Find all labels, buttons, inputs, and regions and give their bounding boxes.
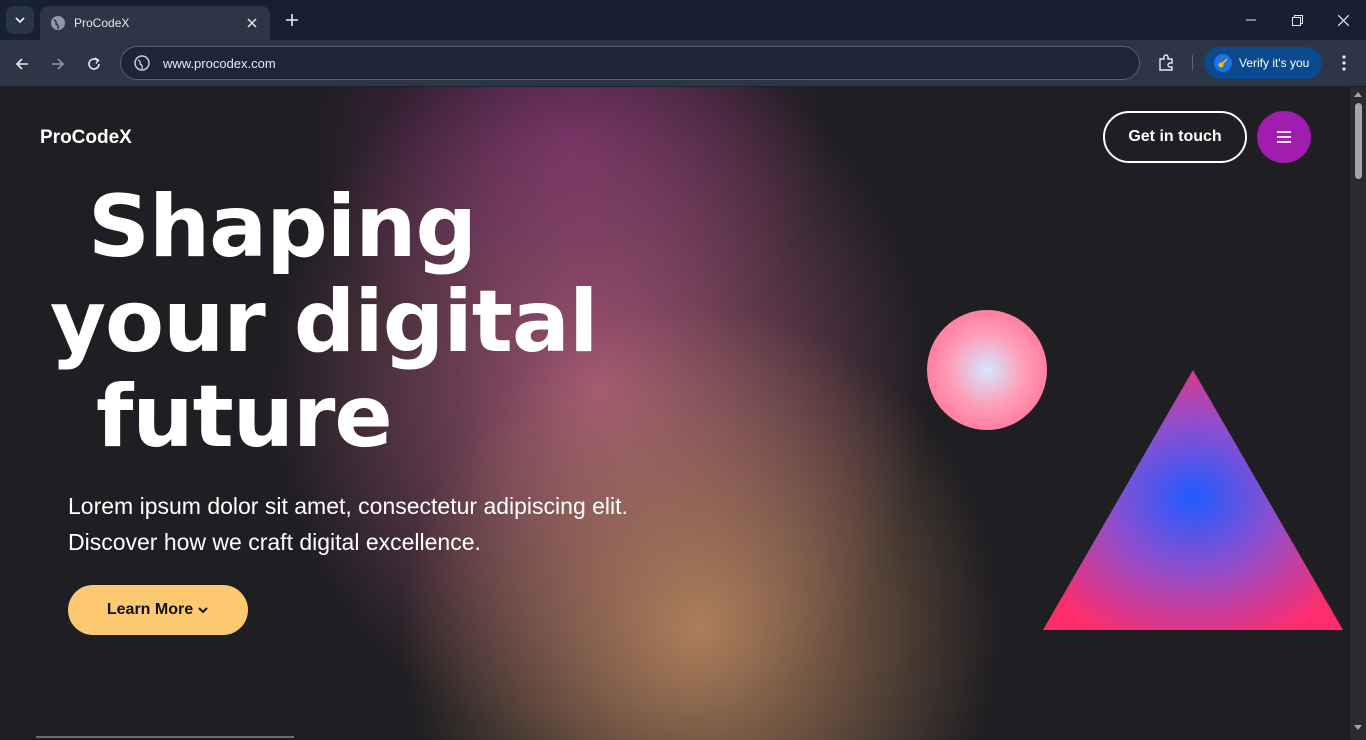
headline-line-2: your digital xyxy=(50,272,598,372)
subtitle-line-2: Discover how we craft digital excellence… xyxy=(68,529,481,555)
puzzle-icon xyxy=(1159,54,1173,71)
new-tab-button[interactable] xyxy=(281,9,303,31)
restore-icon xyxy=(1291,14,1303,26)
plus-icon xyxy=(286,14,298,26)
forward-button[interactable] xyxy=(44,50,72,78)
headline-line-3: future xyxy=(96,367,393,467)
decorative-sphere xyxy=(927,310,1047,430)
reload-icon xyxy=(88,57,100,70)
chevron-down-icon xyxy=(15,17,25,24)
scroll-down-arrow-icon[interactable] xyxy=(1353,724,1363,732)
close-tab-icon[interactable] xyxy=(244,15,260,31)
arrow-left-icon xyxy=(15,58,28,70)
reload-button[interactable] xyxy=(80,50,108,78)
key-icon xyxy=(1218,58,1228,68)
learn-more-label: Learn More xyxy=(106,601,194,618)
site-logo[interactable]: ProCodeX xyxy=(40,127,132,149)
scrollbar-thumb[interactable] xyxy=(1355,103,1362,179)
back-button[interactable] xyxy=(8,50,36,78)
get-in-touch-button[interactable]: Get in touch xyxy=(1103,111,1247,163)
tab-search-button[interactable] xyxy=(6,6,34,34)
headline-line-1: Shaping xyxy=(88,177,477,277)
globe-icon xyxy=(51,16,65,30)
close-icon xyxy=(1337,14,1349,26)
tab-strip: ProCodeX xyxy=(0,0,1366,40)
browser-toolbar: www.procodex.com Verify it's you xyxy=(0,40,1366,87)
arrow-right-icon xyxy=(52,58,65,70)
hamburger-icon xyxy=(1277,131,1291,143)
restore-button[interactable] xyxy=(1282,8,1312,32)
horizontal-scrollbar-thumb[interactable] xyxy=(36,736,294,738)
browser-tab[interactable]: ProCodeX xyxy=(40,6,270,40)
verify-label: Verify it's you xyxy=(1239,56,1310,70)
toolbar-divider xyxy=(1192,55,1193,71)
extensions-button[interactable] xyxy=(1154,51,1178,75)
url-text: www.procodex.com xyxy=(163,55,276,71)
subtitle-line-1: Lorem ipsum dolor sit amet, consectetur … xyxy=(68,493,628,519)
learn-more-button[interactable]: Learn More xyxy=(68,585,248,635)
scroll-up-arrow-icon[interactable] xyxy=(1353,90,1363,98)
site-info-icon[interactable] xyxy=(133,54,151,72)
page-viewport: ProCodeX Get in touch Shaping your digit… xyxy=(0,87,1350,740)
minimize-button[interactable] xyxy=(1236,8,1266,32)
profile-avatar xyxy=(1214,54,1232,72)
vertical-scrollbar[interactable] xyxy=(1350,87,1366,740)
chevron-down-icon xyxy=(198,607,208,614)
verify-identity-button[interactable]: Verify it's you xyxy=(1204,47,1322,79)
more-vertical-icon xyxy=(1342,55,1346,71)
menu-button[interactable] xyxy=(1257,111,1311,163)
browser-menu-button[interactable] xyxy=(1334,51,1354,75)
tab-title: ProCodeX xyxy=(74,16,130,30)
close-window-button[interactable] xyxy=(1328,8,1358,32)
minimize-icon xyxy=(1246,19,1256,21)
address-bar[interactable]: www.procodex.com xyxy=(120,46,1140,80)
decorative-triangle xyxy=(1043,370,1343,630)
